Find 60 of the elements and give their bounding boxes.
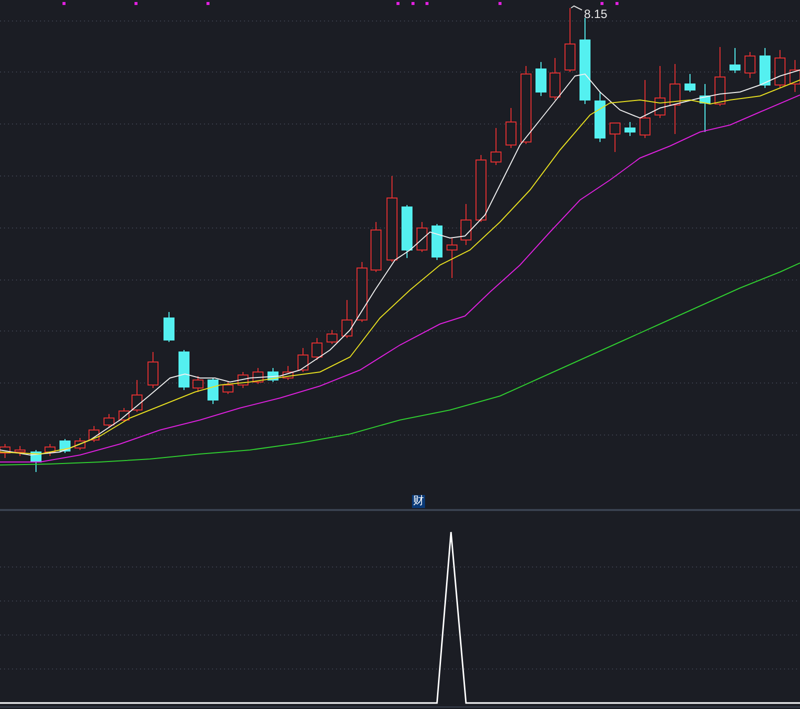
candlestick (312, 338, 322, 360)
candlestick (30, 450, 42, 472)
candlestick (282, 366, 294, 380)
signal-marker-icon (616, 2, 618, 5)
candlestick (550, 58, 560, 100)
signal-marker-icon (206, 2, 210, 5)
candlestick (446, 238, 458, 278)
candlestick (178, 350, 190, 390)
candlestick (104, 414, 114, 428)
candlestick (252, 368, 264, 384)
candlestick (564, 8, 576, 72)
candlestick (356, 262, 368, 322)
candlestick (44, 444, 56, 456)
candlestick (490, 128, 502, 166)
candlestick (148, 352, 158, 388)
signal-marker-icon (600, 2, 604, 5)
candlestick (460, 204, 472, 246)
signal-marker-icon (426, 2, 428, 5)
candlestick (164, 312, 174, 342)
candlestick (700, 84, 710, 132)
candlestick (476, 154, 486, 222)
leader-line (570, 5, 582, 10)
candlestick (238, 372, 248, 388)
high-price-label: 8.15 (584, 8, 608, 20)
candlestick (326, 330, 338, 344)
candlestick (74, 438, 86, 450)
candlestick (774, 50, 786, 88)
candlestick (14, 446, 26, 456)
candlestick (670, 64, 680, 134)
candlestick (342, 300, 352, 338)
signal-marker-icon (396, 2, 400, 5)
indicator-tab[interactable]: 财 (412, 495, 425, 508)
candlestick (132, 380, 142, 412)
candlestick (714, 46, 726, 106)
candlestick (298, 348, 308, 372)
candlestick (684, 74, 696, 92)
candlestick (416, 222, 428, 252)
signal-marker-icon (498, 2, 502, 5)
candlestick (506, 108, 516, 148)
candlestick (88, 426, 100, 442)
candlestick (402, 204, 412, 258)
candlestick (118, 408, 130, 422)
candlestick (192, 376, 204, 392)
candlestick (222, 382, 234, 394)
candlestick (654, 66, 666, 118)
candlestick (610, 122, 620, 152)
candlestick (594, 92, 606, 142)
candlestick (624, 122, 636, 136)
signal-marker-icon (62, 2, 66, 5)
candlestick (536, 62, 546, 96)
candlestick (370, 222, 382, 272)
candlestick (208, 378, 218, 404)
candlestick (730, 48, 740, 74)
candlestick (760, 48, 770, 88)
candlestick (268, 368, 278, 382)
candlestick (744, 52, 756, 78)
candlestick (640, 80, 650, 138)
candlestick (432, 224, 442, 260)
signal-marker-icon (134, 2, 138, 5)
signal-marker-icon (412, 2, 414, 5)
